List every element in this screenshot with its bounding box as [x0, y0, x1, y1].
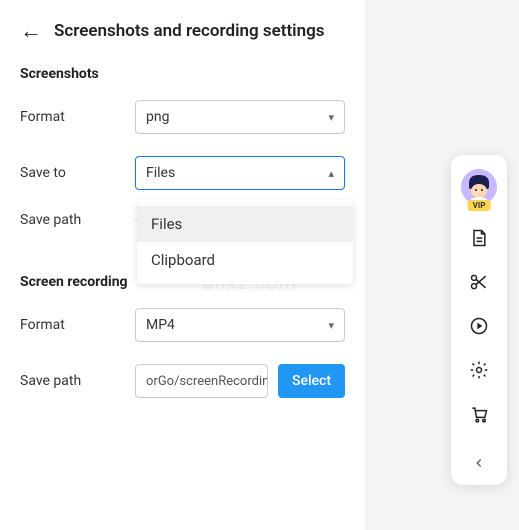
chevron-down-icon: ▾ — [328, 319, 334, 332]
scissors-icon[interactable] — [468, 271, 490, 293]
page-title: Screenshots and recording settings — [54, 21, 325, 41]
recording-save-path-label: Save path — [20, 373, 125, 389]
document-icon[interactable] — [468, 227, 490, 249]
select-path-button[interactable]: Select — [278, 364, 345, 398]
back-arrow-icon[interactable]: ← — [20, 18, 42, 44]
vip-badge: VIP — [468, 200, 491, 211]
play-circle-icon[interactable] — [468, 315, 490, 337]
chevron-down-icon: ▾ — [328, 111, 334, 124]
avatar-wrap[interactable]: VIP — [461, 169, 497, 205]
screenshots-section-title: Screenshots — [20, 66, 345, 82]
settings-panel: ← Screenshots and recording settings Scr… — [0, 0, 365, 530]
chevron-up-icon: ▴ — [328, 167, 334, 180]
screenshot-format-select[interactable]: png ▾ — [135, 100, 345, 134]
recording-format-value: MP4 — [146, 317, 175, 333]
save-to-row: Save to Files ▴ — [20, 156, 345, 190]
recording-format-select[interactable]: MP4 ▾ — [135, 308, 345, 342]
recording-format-row: Format MP4 ▾ — [20, 308, 345, 342]
screenshot-format-row: Format png ▾ — [20, 100, 345, 134]
dropdown-option-clipboard[interactable]: Clipboard — [137, 242, 353, 278]
collapse-chevron-icon[interactable] — [467, 451, 491, 475]
right-sidebar: VIP — [451, 155, 507, 485]
header: ← Screenshots and recording settings — [20, 18, 345, 44]
save-path-label: Save path — [20, 212, 125, 228]
recording-format-label: Format — [20, 317, 125, 333]
screenshot-format-value: png — [146, 109, 169, 125]
save-to-value: Files — [146, 165, 175, 181]
gear-icon[interactable] — [468, 359, 490, 381]
format-label: Format — [20, 109, 125, 125]
save-to-label: Save to — [20, 165, 125, 181]
recording-save-path-row: Save path orGo/screenRecording Select — [20, 364, 345, 398]
recording-save-path-value: orGo/screenRecording — [146, 374, 268, 389]
cart-icon[interactable] — [468, 403, 490, 425]
save-to-select[interactable]: Files ▴ — [135, 156, 345, 190]
dropdown-option-files[interactable]: Files — [137, 206, 353, 242]
recording-save-path-input[interactable]: orGo/screenRecording — [135, 364, 268, 398]
save-to-dropdown: Files Clipboard — [137, 200, 353, 284]
